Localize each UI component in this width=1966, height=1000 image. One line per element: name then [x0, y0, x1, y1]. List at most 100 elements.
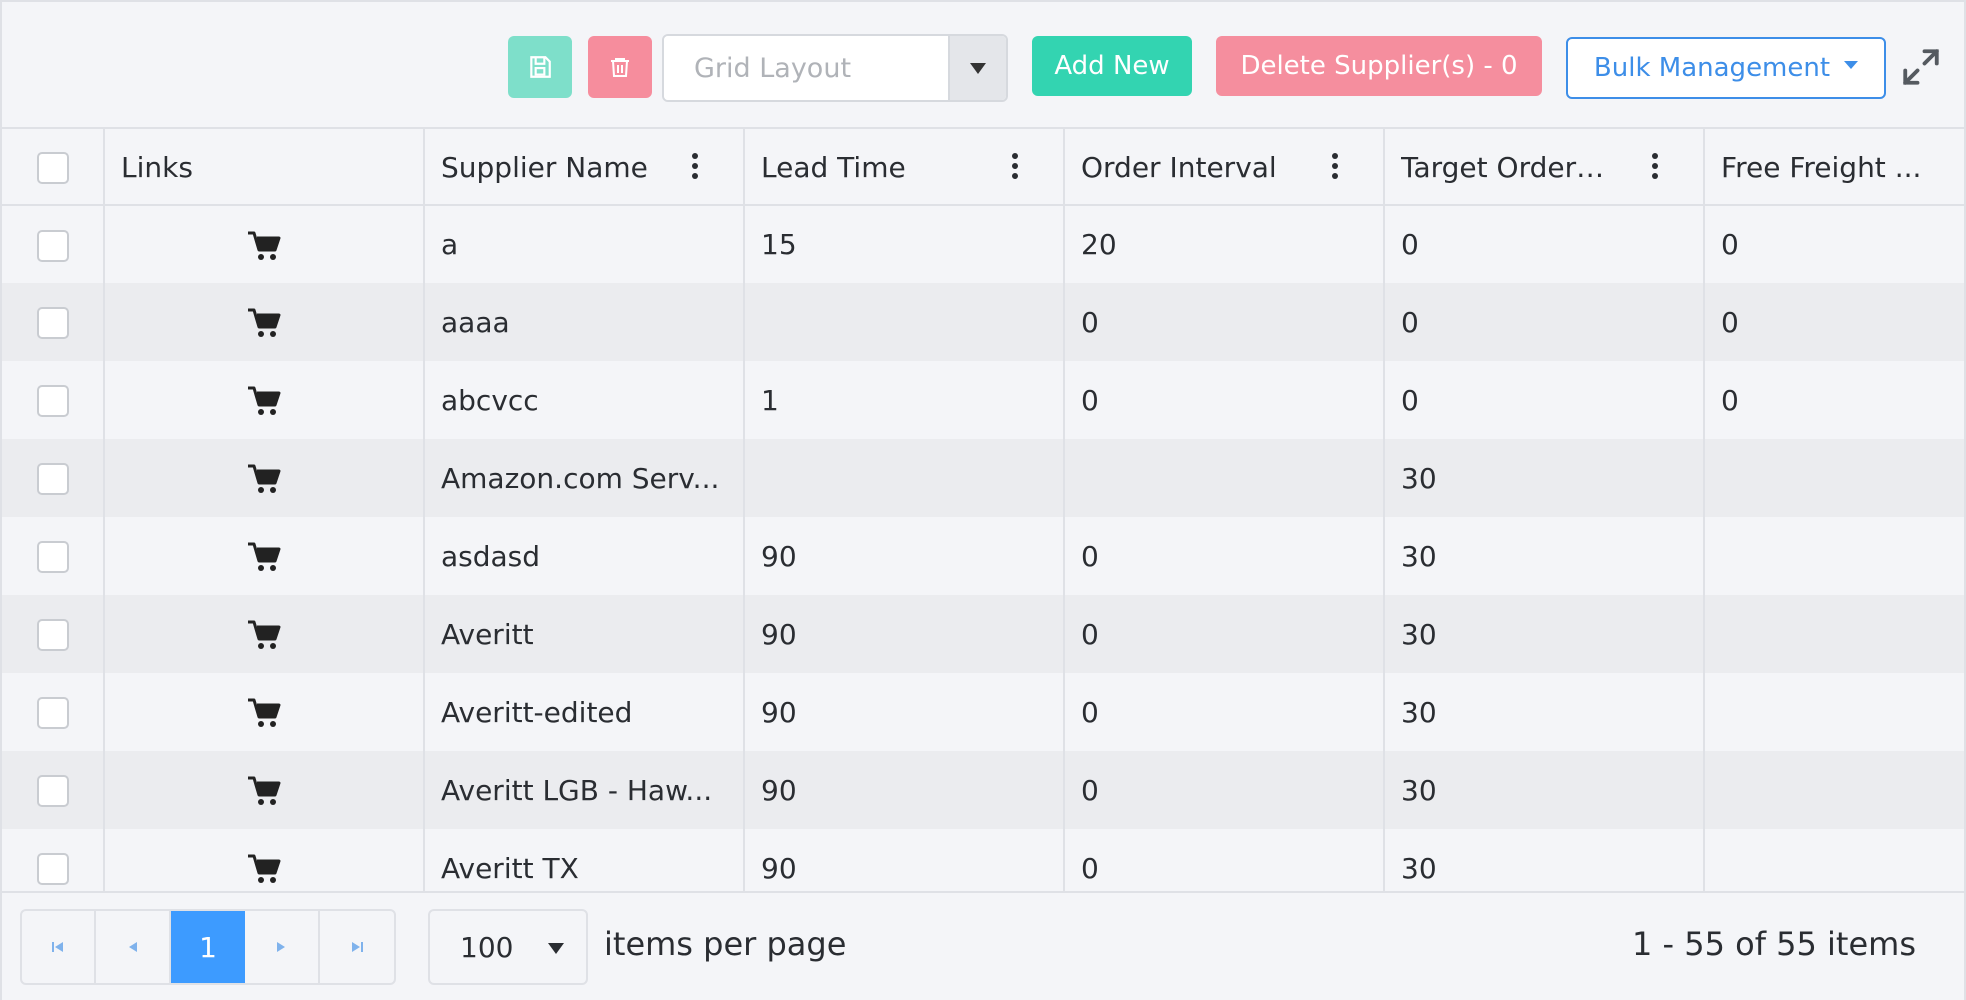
cart-icon[interactable] [247, 853, 281, 885]
table-row[interactable]: abcvcc 1 0 0 0 [2, 361, 1964, 439]
supplier-name-cell[interactable]: abcvcc [424, 361, 745, 439]
order-interval-cell[interactable]: 20 [1064, 205, 1385, 283]
lead-time-cell[interactable]: 15 [744, 205, 1065, 283]
target-order-cell[interactable]: 30 [1384, 751, 1705, 829]
column-header-links[interactable]: Links [104, 129, 425, 206]
first-page-button[interactable] [22, 911, 97, 983]
order-interval-cell[interactable]: 0 [1064, 673, 1385, 751]
column-header-supplier-name[interactable]: Supplier Name [424, 129, 745, 206]
free-freight-cell[interactable] [1704, 673, 1964, 751]
lead-time-cell[interactable]: 90 [744, 751, 1065, 829]
row-checkbox[interactable] [36, 307, 69, 339]
column-header-label: Links [121, 150, 193, 184]
lead-time-cell[interactable]: 1 [744, 361, 1065, 439]
column-header-order-interval[interactable]: Order Interval [1064, 129, 1385, 206]
page-size-select[interactable]: 100 [428, 909, 588, 985]
supplier-name-cell[interactable]: Amazon.com Serv... [424, 439, 745, 517]
cart-icon[interactable] [247, 385, 281, 417]
delete-layout-button[interactable] [588, 36, 652, 98]
row-checkbox[interactable] [36, 463, 69, 495]
column-menu-icon[interactable] [1011, 153, 1019, 181]
next-page-button[interactable] [245, 911, 320, 983]
cart-icon[interactable] [247, 230, 281, 262]
delete-suppliers-button[interactable]: Delete Supplier(s) - 0 [1216, 36, 1542, 96]
target-order-cell[interactable]: 0 [1384, 205, 1705, 283]
supplier-name-cell[interactable]: Averitt [424, 595, 745, 673]
table-row[interactable]: Averitt 90 0 30 [2, 595, 1964, 673]
row-checkbox[interactable] [36, 775, 69, 807]
column-header-label: Lead Time [761, 150, 906, 184]
lead-time-cell[interactable]: 90 [744, 595, 1065, 673]
page-1-button[interactable]: 1 [170, 911, 246, 983]
order-interval-cell[interactable]: 0 [1064, 595, 1385, 673]
order-interval-cell[interactable]: 0 [1064, 517, 1385, 595]
target-order-cell[interactable]: 0 [1384, 283, 1705, 361]
column-header-lead-time[interactable]: Lead Time [744, 129, 1065, 206]
grid-layout-dropdown-toggle[interactable] [948, 36, 1006, 100]
column-menu-icon[interactable] [1651, 153, 1659, 181]
column-menu-icon[interactable] [1331, 153, 1339, 181]
table-row[interactable]: aaaa 0 0 0 [2, 283, 1964, 361]
order-interval-cell[interactable]: 0 [1064, 751, 1385, 829]
free-freight-cell[interactable] [1704, 829, 1964, 891]
target-order-cell[interactable]: 30 [1384, 829, 1705, 891]
free-freight-cell[interactable] [1704, 439, 1964, 517]
lead-time-cell[interactable]: 90 [744, 829, 1065, 891]
cart-icon[interactable] [247, 307, 281, 339]
supplier-name-cell[interactable]: a [424, 205, 745, 283]
previous-page-button[interactable] [96, 911, 171, 983]
last-page-button[interactable] [320, 911, 394, 983]
free-freight-cell[interactable] [1704, 517, 1964, 595]
free-freight-cell[interactable]: 0 [1704, 283, 1964, 361]
row-checkbox[interactable] [36, 853, 69, 885]
supplier-name-cell[interactable]: Averitt LGB - Haw... [424, 751, 745, 829]
order-interval-cell[interactable]: 0 [1064, 361, 1385, 439]
supplier-name-cell[interactable]: aaaa [424, 283, 745, 361]
free-freight-cell[interactable]: 0 [1704, 361, 1964, 439]
row-checkbox[interactable] [36, 619, 69, 651]
cart-icon[interactable] [247, 775, 281, 807]
lead-time-cell[interactable] [744, 439, 1065, 517]
free-freight-cell[interactable] [1704, 751, 1964, 829]
table-row[interactable]: Averitt TX 90 0 30 [2, 829, 1964, 891]
target-order-cell[interactable]: 0 [1384, 361, 1705, 439]
lead-time-cell[interactable] [744, 283, 1065, 361]
target-order-cell[interactable]: 30 [1384, 595, 1705, 673]
cart-icon[interactable] [247, 697, 281, 729]
table-row[interactable]: asdasd 90 0 30 [2, 517, 1964, 595]
grid-layout-select[interactable] [662, 34, 1008, 102]
supplier-name-cell[interactable]: Averitt-edited [424, 673, 745, 751]
table-row[interactable]: Averitt-edited 90 0 30 [2, 673, 1964, 751]
target-order-cell[interactable]: 30 [1384, 673, 1705, 751]
row-checkbox[interactable] [36, 697, 69, 729]
lead-time-cell[interactable]: 90 [744, 517, 1065, 595]
bulk-management-button[interactable]: Bulk Management [1566, 37, 1886, 99]
column-menu-icon[interactable] [691, 153, 699, 181]
column-header-target-order[interactable]: Target Order ... [1384, 129, 1705, 206]
order-interval-cell[interactable] [1064, 439, 1385, 517]
supplier-name-cell[interactable]: Averitt TX [424, 829, 745, 891]
expand-icon[interactable] [1900, 46, 1942, 88]
select-all-checkbox[interactable] [36, 151, 69, 184]
cart-icon[interactable] [247, 463, 281, 495]
order-interval-cell[interactable]: 0 [1064, 283, 1385, 361]
table-row[interactable]: Amazon.com Serv... 30 [2, 439, 1964, 517]
grid-layout-input[interactable] [664, 36, 948, 100]
target-order-cell[interactable]: 30 [1384, 439, 1705, 517]
free-freight-cell[interactable]: 0 [1704, 205, 1964, 283]
row-checkbox[interactable] [36, 541, 69, 573]
order-interval-cell[interactable]: 0 [1064, 829, 1385, 891]
table-row[interactable]: Averitt LGB - Haw... 90 0 30 [2, 751, 1964, 829]
free-freight-cell[interactable] [1704, 595, 1964, 673]
add-new-button[interactable]: Add New [1032, 36, 1192, 96]
lead-time-cell[interactable]: 90 [744, 673, 1065, 751]
cart-icon[interactable] [247, 541, 281, 573]
supplier-name-cell[interactable]: asdasd [424, 517, 745, 595]
table-row[interactable]: a 15 20 0 0 [2, 205, 1964, 283]
save-button[interactable] [508, 36, 572, 98]
cart-icon[interactable] [247, 619, 281, 651]
target-order-cell[interactable]: 30 [1384, 517, 1705, 595]
column-header-free-freight[interactable]: Free Freight ... [1704, 129, 1964, 206]
row-checkbox[interactable] [36, 229, 69, 262]
row-checkbox[interactable] [36, 385, 69, 417]
